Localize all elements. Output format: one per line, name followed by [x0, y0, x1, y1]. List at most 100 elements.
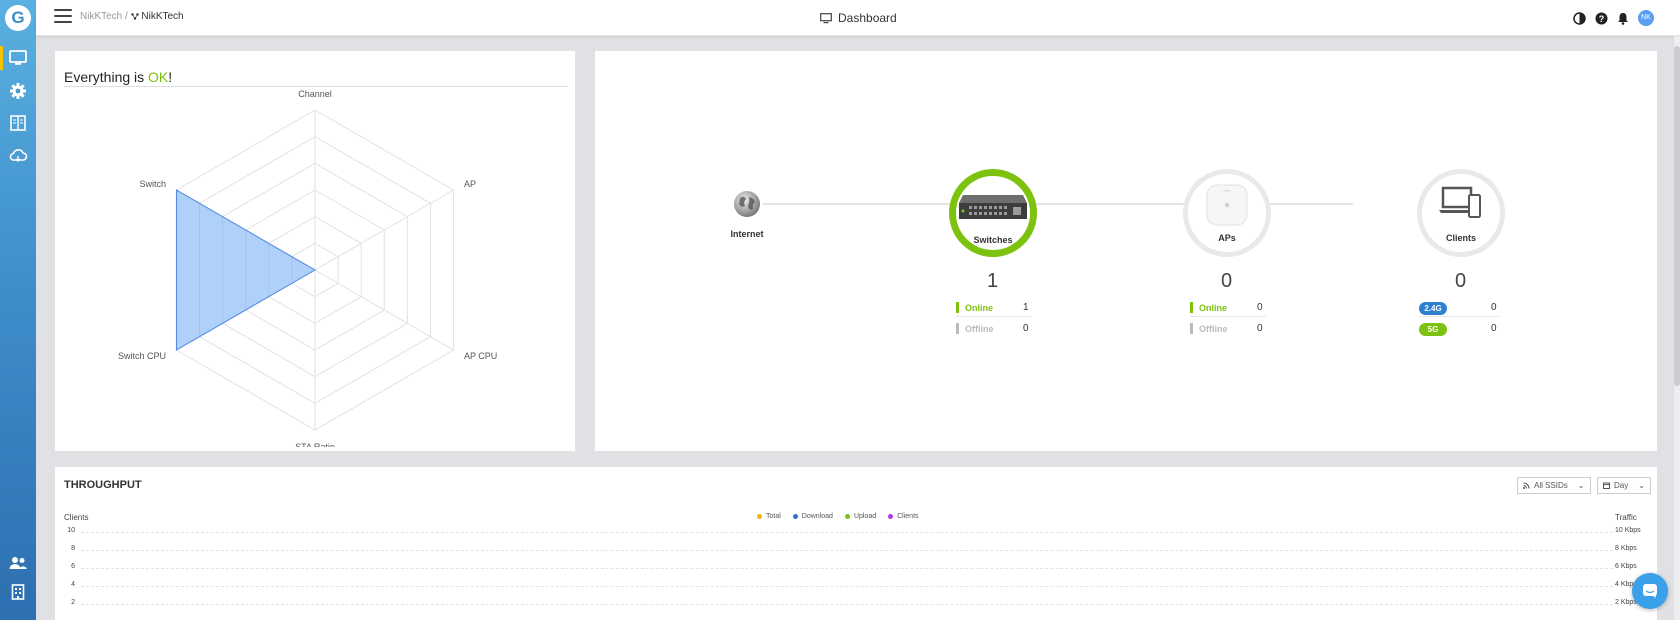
aps-online-text: Online [1199, 302, 1228, 313]
left-tick-label: 6 [71, 563, 75, 570]
left-tick-label: 2 [71, 599, 75, 606]
menu-toggle-button[interactable] [54, 9, 72, 25]
switches-status-ring: Switches [949, 169, 1037, 257]
health-card: Everything is OK! Channel AP AP CPU STA Rat… [54, 50, 576, 452]
node-clients-label: Clients [1445, 233, 1476, 243]
radar-axis-label: STA Ratio [295, 442, 335, 447]
node-aps-label: APs [1218, 233, 1236, 243]
sidebar-item-users[interactable] [0, 549, 36, 577]
legend-label: Total [766, 513, 781, 520]
band-5g-count: 0 [1491, 323, 1497, 334]
health-status-title: Everything is OK! [64, 69, 172, 85]
theme-toggle-icon[interactable] [1572, 11, 1586, 25]
chevron-down-icon: ⌄ [1577, 481, 1585, 490]
radar-value-area [175, 189, 316, 351]
aps-offline-count: 0 [1257, 323, 1263, 334]
legend-item[interactable]: Upload [844, 513, 876, 520]
sidebar-item-cloud[interactable] [0, 141, 36, 169]
sidebar-item-organization[interactable] [0, 578, 36, 606]
node-switches-label: Switches [973, 235, 1013, 245]
switches-online-label: Online [956, 302, 993, 313]
aps-offline-text: Offline [1199, 323, 1228, 334]
range-filter-dropdown[interactable]: Day ⌄ [1597, 477, 1651, 494]
log-book-icon [10, 115, 26, 131]
right-axis-label: Traffic [1615, 513, 1637, 522]
gear-icon [10, 83, 26, 99]
switches-offline-count: 0 [1023, 323, 1029, 334]
toolbar-icons: ? NK [1572, 10, 1654, 26]
breadcrumb-separator: / [125, 11, 128, 22]
radar-axis-label: AP CPU [464, 351, 497, 361]
sidebar-item-dashboard[interactable] [0, 44, 36, 72]
clients-count: 0 [1455, 270, 1467, 292]
sidebar-item-settings[interactable] [0, 77, 36, 105]
radar-axis-label: Switch CPU [118, 351, 166, 361]
legend-label: Download [801, 513, 833, 520]
node-internet-label: Internet [730, 229, 764, 239]
switch-device-icon [959, 195, 1027, 219]
throughput-title: THROUGHPUT [64, 479, 142, 491]
health-title-suffix: ! [168, 69, 173, 85]
divider [1190, 316, 1266, 317]
breadcrumb: NikKTech / NikKTech [80, 11, 184, 22]
divider [956, 316, 1032, 317]
legend-item[interactable]: Total [757, 513, 781, 520]
breadcrumb-current[interactable]: NikKTech [141, 11, 183, 22]
clients-status-ring: Clients [1417, 169, 1505, 257]
sidebar: G [0, 0, 36, 620]
gridline [81, 568, 1613, 569]
right-tick-label: 8 Kbps [1615, 545, 1637, 552]
node-aps[interactable]: APs [1183, 169, 1271, 257]
globe-icon [734, 191, 760, 217]
radar-axis-label: Channel [298, 89, 332, 99]
legend-dot [757, 514, 762, 519]
switches-offline-text: Offline [965, 323, 994, 334]
radar-axis-label: AP [464, 179, 476, 189]
svg-text:?: ? [1598, 14, 1604, 24]
switches-online-text: Online [965, 302, 994, 313]
devices-icon [1439, 186, 1481, 218]
avatar[interactable]: NK [1638, 10, 1654, 26]
health-radar-chart: Channel AP AP CPU STA Ratio Switch CPU Switch [118, 89, 497, 447]
monitor-icon [9, 50, 27, 65]
node-internet[interactable]: Internet [730, 189, 764, 239]
cloud-icon [9, 149, 28, 162]
right-tick-label: 6 Kbps [1615, 563, 1637, 570]
legend-label: Clients [897, 513, 919, 520]
ssid-filter-dropdown[interactable]: All SSIDs ⌄ [1517, 477, 1591, 494]
node-switches[interactable]: Switches [949, 169, 1037, 257]
logo[interactable]: G [5, 5, 31, 31]
gridline [81, 532, 1613, 533]
sidebar-item-logs[interactable] [0, 109, 36, 137]
radar-axis-label: Switch [140, 179, 167, 189]
rss-icon [1523, 482, 1530, 489]
page-scrollbar[interactable] [1674, 36, 1680, 620]
health-title-prefix: Everything is [64, 69, 149, 85]
breadcrumb-root[interactable]: NikKTech [80, 11, 122, 22]
legend-dot [792, 514, 798, 519]
chat-icon [1643, 584, 1657, 598]
bell-icon[interactable] [1616, 11, 1630, 25]
top-bar: NikKTech / NikKTech Dashboard ? NK [36, 0, 1680, 36]
legend-dot [888, 514, 894, 519]
site-icon [130, 13, 139, 20]
gridline [81, 586, 1613, 587]
node-clients[interactable]: Clients [1417, 169, 1505, 257]
aps-online-label: Online [1190, 302, 1227, 313]
chart-legend: Total Download Upload Clients [757, 513, 919, 520]
gridline [81, 550, 1613, 551]
chat-button[interactable] [1632, 573, 1668, 609]
legend-item[interactable]: Download [792, 513, 833, 520]
help-icon[interactable]: ? [1594, 11, 1608, 25]
topology-card: Internet Switches 1 Online 1 Offline 0 A… [594, 50, 1658, 452]
divider [1419, 316, 1499, 317]
band-5g-badge: 5G [1419, 323, 1447, 336]
building-icon [11, 584, 25, 600]
page-title: Dashboard [820, 11, 897, 25]
legend-item[interactable]: Clients [888, 513, 919, 520]
switches-offline-label: Offline [956, 323, 994, 334]
left-axis-label: Clients [64, 513, 89, 522]
throughput-card: THROUGHPUT All SSIDs ⌄ Day ⌄ Clients Tra… [54, 466, 1658, 620]
right-tick-label: 10 Kbps [1615, 527, 1641, 534]
band-24g-badge: 2.4G [1419, 302, 1447, 315]
